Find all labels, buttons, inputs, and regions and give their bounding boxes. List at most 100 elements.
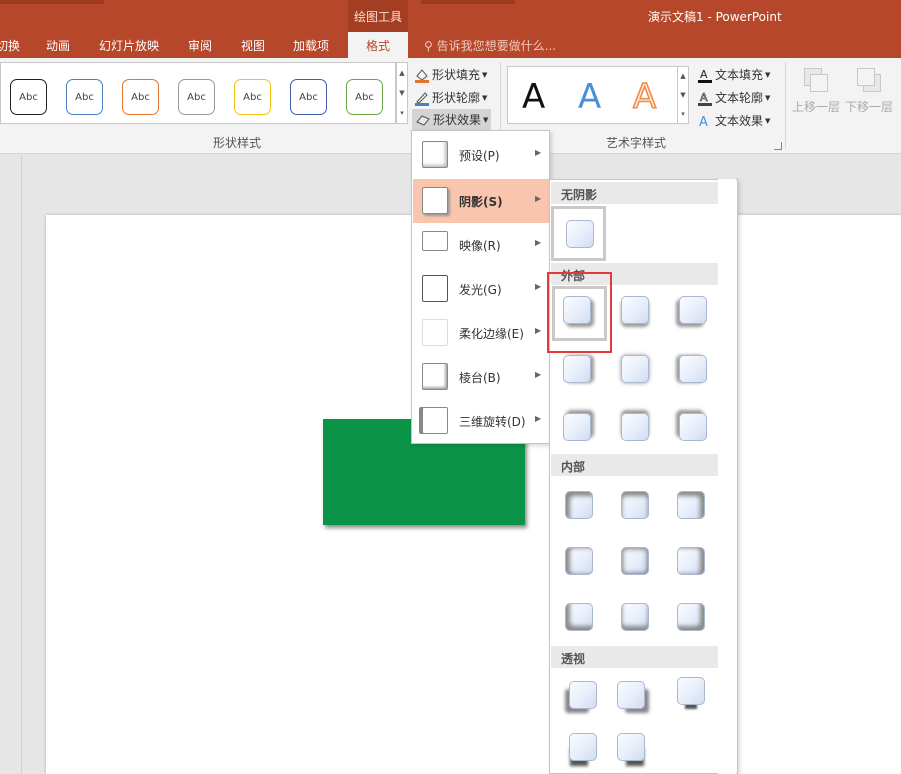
section-no-shadow: 无阴影 — [551, 182, 719, 204]
menu-item-preset[interactable]: 预设(P) ▶ — [413, 133, 549, 177]
wordart-gallery: A A A — [507, 66, 685, 124]
text-outline-button[interactable]: A 文本轮廓 ▼ — [697, 89, 770, 106]
shape-style-label: Abc — [243, 91, 262, 103]
tab-slideshow[interactable]: 幻灯片放映 — [99, 37, 159, 54]
submenu-arrow-icon: ▶ — [535, 238, 542, 247]
menu-item-shadow[interactable]: 阴影(S) ▶ — [413, 179, 549, 223]
preset-icon — [422, 141, 448, 168]
shape-style-thumb[interactable]: Abc — [122, 79, 159, 115]
menu-item-label: 预设(P) — [459, 149, 500, 163]
text-effects-button[interactable]: A 文本效果 ▼ — [697, 112, 770, 130]
shadow-outer-option[interactable] — [621, 355, 649, 383]
shape-outline-button[interactable]: 形状轮廓 ▼ — [414, 89, 487, 106]
menu-item-bevel[interactable]: 棱台(B) ▶ — [413, 355, 549, 399]
shadow-outer-option[interactable] — [679, 355, 707, 383]
shadow-perspective-option[interactable] — [677, 677, 705, 705]
shadow-none-option[interactable] — [566, 220, 594, 248]
shape-style-thumb[interactable]: Abc — [10, 79, 47, 115]
gallery-scroll[interactable]: ▲ ▼ ▾ — [396, 62, 408, 124]
shape-effects-menu: 预设(P) ▶ 阴影(S) ▶ 映像(R) ▶ 发光(G) ▶ 柔化边缘(E) … — [411, 130, 550, 444]
text-fill-button[interactable]: A 文本填充 ▼ — [697, 66, 770, 83]
tell-me-text: 告诉我您想要做什么... — [436, 39, 557, 53]
shadow-inner-option[interactable] — [677, 547, 705, 575]
shadow-inner-option[interactable] — [565, 491, 593, 519]
menu-item-label: 阴影(S) — [459, 195, 503, 209]
tab-transitions[interactable]: 切换 — [0, 37, 20, 54]
submenu-arrow-icon: ▶ — [535, 414, 542, 423]
shadow-inner-option[interactable] — [565, 547, 593, 575]
shadow-outer-option[interactable] — [563, 413, 591, 441]
shape-style-thumb[interactable]: Abc — [290, 79, 327, 115]
text-fill-icon: A — [697, 67, 713, 83]
tell-me-search[interactable]: ⚲ 告诉我您想要做什么... — [424, 37, 556, 54]
more-icon[interactable]: ▾ — [678, 105, 688, 124]
submenu-arrow-icon: ▶ — [535, 282, 542, 291]
shadow-perspective-option[interactable] — [617, 681, 645, 709]
shape-style-thumb[interactable]: Abc — [234, 79, 271, 115]
3d-rotation-icon — [422, 407, 448, 434]
shadow-perspective-option[interactable] — [569, 733, 597, 761]
send-backward-label[interactable]: 下移一层 — [845, 98, 893, 115]
tab-format[interactable]: 格式 — [348, 32, 408, 58]
shadow-inner-option[interactable] — [677, 603, 705, 631]
shape-style-thumb[interactable]: Abc — [346, 79, 383, 115]
shadow-outer-option[interactable] — [563, 355, 591, 383]
shadow-inner-option[interactable] — [621, 547, 649, 575]
text-outline-label: 文本轮廓 — [715, 91, 764, 105]
submenu-scrollbar[interactable] — [718, 179, 736, 774]
title-bar: 绘图工具 演示文稿1 - PowerPoint 切换 动画 幻灯片放映 审阅 视… — [0, 0, 901, 58]
shape-style-label: Abc — [355, 91, 374, 103]
tab-animations[interactable]: 动画 — [46, 37, 70, 54]
window-title: 演示文稿1 - PowerPoint — [648, 10, 782, 24]
shadow-perspective-option[interactable] — [569, 681, 597, 709]
tab-addins[interactable]: 加载项 — [293, 37, 329, 54]
tab-review[interactable]: 审阅 — [188, 37, 212, 54]
text-effects-icon: A — [697, 113, 713, 130]
shadow-perspective-option[interactable] — [617, 733, 645, 761]
thumbnail-pane[interactable] — [0, 155, 22, 774]
bring-forward-icon[interactable] — [802, 66, 832, 96]
menu-item-soft-edges[interactable]: 柔化边缘(E) ▶ — [413, 311, 549, 355]
shadow-outer-option[interactable] — [679, 296, 707, 324]
scroll-down-icon[interactable]: ▼ — [678, 86, 688, 105]
scroll-up-icon[interactable]: ▲ — [678, 67, 688, 86]
menu-item-glow[interactable]: 发光(G) ▶ — [413, 267, 549, 311]
shadow-inner-option[interactable] — [621, 603, 649, 631]
scroll-up-icon[interactable]: ▲ — [397, 63, 407, 83]
shadow-outer-option[interactable] — [621, 413, 649, 441]
send-backward-icon[interactable] — [855, 66, 885, 96]
shape-style-label: Abc — [187, 91, 206, 103]
dropdown-arrow-icon: ▼ — [482, 93, 488, 102]
wordart-sample[interactable]: A — [522, 77, 545, 117]
menu-item-reflection[interactable]: 映像(R) ▶ — [413, 223, 549, 267]
dropdown-arrow-icon: ▼ — [765, 70, 771, 79]
shadow-inner-option[interactable] — [565, 603, 593, 631]
shape-effects-button[interactable]: 形状效果 ▼ — [412, 109, 492, 130]
shadow-outer-option[interactable] — [679, 413, 707, 441]
shape-style-thumb[interactable]: Abc — [66, 79, 103, 115]
wordart-sample[interactable]: A — [578, 77, 601, 117]
shape-style-label: Abc — [75, 91, 94, 103]
scroll-down-icon[interactable]: ▼ — [397, 83, 407, 103]
wordart-group-label: 艺术字样式 — [606, 136, 667, 150]
shape-style-label: Abc — [19, 91, 38, 103]
menu-item-label: 三维旋转(D) — [459, 415, 526, 429]
wordart-sample[interactable]: A — [632, 76, 657, 118]
more-icon[interactable]: ▾ — [397, 103, 407, 123]
shape-styles-group-label: 形状样式 — [213, 136, 262, 150]
shadow-outer-option[interactable] — [621, 296, 649, 324]
tab-view[interactable]: 视图 — [241, 37, 265, 54]
shape-style-thumb[interactable]: Abc — [178, 79, 215, 115]
dropdown-arrow-icon: ▼ — [482, 70, 488, 79]
wordart-scroll[interactable]: ▲ ▼ ▾ — [677, 66, 689, 124]
shape-effects-icon — [415, 112, 431, 128]
dialog-launcher-icon[interactable] — [774, 142, 782, 150]
bring-forward-label[interactable]: 上移一层 — [792, 98, 840, 115]
lightbulb-icon: ⚲ — [424, 39, 433, 53]
shadow-inner-option[interactable] — [621, 491, 649, 519]
shape-fill-button[interactable]: 形状填充 ▼ — [414, 66, 487, 83]
menu-item-3d-rotation[interactable]: 三维旋转(D) ▶ — [413, 399, 549, 443]
svg-text:A: A — [699, 115, 708, 129]
shadow-inner-option[interactable] — [677, 491, 705, 519]
menu-item-label: 柔化边缘(E) — [459, 327, 524, 341]
